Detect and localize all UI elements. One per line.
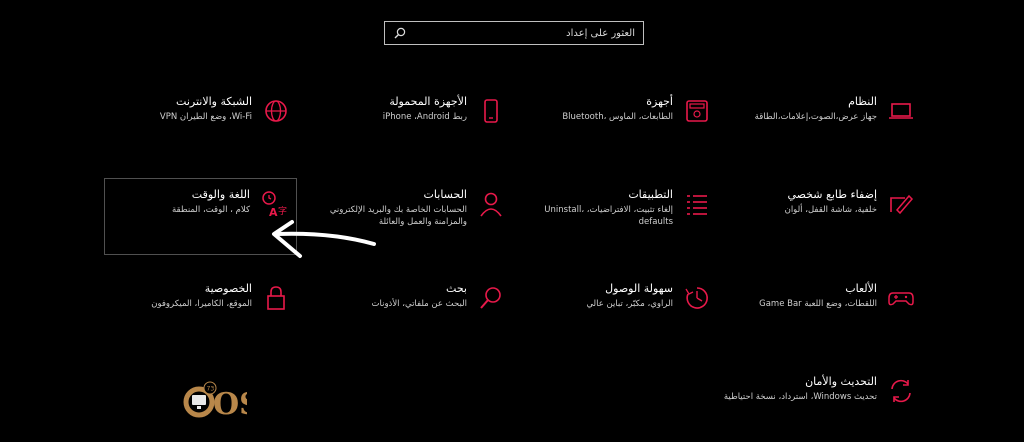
tile-apps[interactable]: التطبيقات إلغاء تثبيت، الافتراضيات، Unin… <box>506 188 711 248</box>
laptop-icon <box>889 103 913 119</box>
tile-network[interactable]: الشبكة والانترنت Wi-Fi، وضع الطيران VPN <box>85 95 290 155</box>
tile-privacy[interactable]: الخصوصية الموقع، الكاميرا، الميكروفون <box>85 282 290 342</box>
tile-title: سهولة الوصول <box>605 282 673 295</box>
tile-title: بحث <box>446 282 467 295</box>
devices-icon <box>686 100 708 122</box>
globe-icon <box>265 100 287 122</box>
phone-icon <box>484 99 498 123</box>
tile-gaming[interactable]: الألعاب اللقطات، وضع اللعبة Game Bar <box>710 282 915 342</box>
tile-title: الألعاب <box>845 282 877 295</box>
tile-title: إضفاء طابع شخصي <box>787 188 877 201</box>
tile-personalization[interactable]: إضفاء طابع شخصي خلفية، شاشة القفل، ألوان <box>710 188 915 248</box>
tile-desc: خلفية، شاشة القفل، ألوان <box>784 205 877 215</box>
tile-title: الأجهزة المحمولة <box>389 95 467 108</box>
tile-desc: تحديث Windows، استرداد، نسخة احتياطية <box>723 392 877 402</box>
brush-icon <box>890 194 914 215</box>
tile-desc: الطابعات، الماوس ،Bluetooth <box>562 112 673 122</box>
person-icon <box>480 192 502 217</box>
tile-title: الشبكة والانترنت <box>176 95 252 108</box>
tile-ease-of-access[interactable]: سهولة الوصول الراوي، مكبّر، تباين عالي <box>506 282 711 342</box>
ease-of-access-icon <box>685 287 708 309</box>
tile-desc: البحث عن ملفاتي، الأذونات <box>371 299 467 309</box>
apps-list-icon <box>687 195 707 215</box>
tile-desc: جهاز عرض،الصوت،إعلامات،الطاقة <box>754 112 877 122</box>
search-icon <box>394 27 406 39</box>
tile-desc: ربط iPhone ،Android <box>382 112 467 122</box>
tile-title: الخصوصية <box>204 282 252 295</box>
tile-mobile[interactable]: الأجهزة المحمولة ربط iPhone ،Android <box>300 95 505 155</box>
search-box[interactable]: العثور على إعداد <box>384 21 644 45</box>
tile-update-security[interactable]: التحديث والأمان تحديث Windows، استرداد، … <box>710 375 915 435</box>
tile-search[interactable]: بحث البحث عن ملفاتي، الأذونات <box>300 282 505 342</box>
tile-desc: اللقطات، وضع اللعبة Game Bar <box>759 299 877 309</box>
tile-devices[interactable]: أجهزة الطابعات، الماوس ،Bluetooth <box>506 95 711 155</box>
lock-icon <box>267 286 285 310</box>
tile-desc: إلغاء تثبيت، الافتراضيات، Uninstall، def… <box>544 205 673 227</box>
tile-system[interactable]: النظام جهاز عرض،الصوت،إعلامات،الطاقة <box>710 95 915 155</box>
tile-title: أجهزة <box>646 95 673 108</box>
annotation-arrow <box>272 220 376 258</box>
logo-badge: 73 <box>207 386 215 393</box>
tile-desc: كلام ، الوقت، المنطقة <box>172 205 250 215</box>
tile-desc: Wi-Fi، وضع الطيران VPN <box>159 112 252 122</box>
os-logo: OS 73 <box>183 381 247 422</box>
tile-title: التحديث والأمان <box>805 375 877 388</box>
sync-icon <box>891 379 911 403</box>
tile-title: التطبيقات <box>628 188 673 201</box>
tile-title: الحسابات <box>423 188 467 201</box>
tile-desc: الراوي، مكبّر، تباين عالي <box>586 299 673 309</box>
search-icon <box>480 287 501 309</box>
gamepad-icon <box>888 292 914 306</box>
tile-title: اللغة والوقت <box>191 188 250 201</box>
tile-desc: الموقع، الكاميرا، الميكروفون <box>151 299 252 309</box>
tile-title: النظام <box>848 95 877 108</box>
logo-text: OS <box>213 387 247 422</box>
search-input[interactable]: العثور على إعداد <box>566 28 635 39</box>
